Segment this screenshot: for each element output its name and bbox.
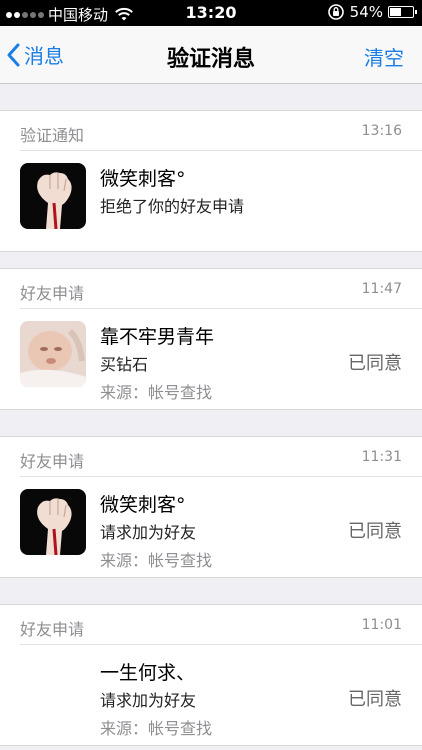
card-source: 来源：帐号查找	[100, 383, 213, 402]
orientation-lock-icon	[327, 4, 344, 20]
status-badge: 已同意	[348, 521, 402, 542]
status-badge: 已同意	[348, 353, 402, 374]
card-name: 一生何求、	[100, 662, 196, 684]
card-message: 买钻石	[100, 355, 149, 374]
card-message: 拒绝了你的好友申请	[100, 197, 245, 216]
card-name: 靠不牢男青年	[100, 326, 215, 348]
card-type: 好友申请	[20, 284, 85, 303]
blank-avatar[interactable]	[20, 657, 86, 723]
baby-avatar[interactable]	[20, 321, 86, 387]
notification-card[interactable]: 验证通知 13:16 微笑刺客° 拒绝了你的好友申请	[0, 110, 422, 252]
card-source: 来源：帐号查找	[100, 551, 213, 570]
card-type: 验证通知	[20, 126, 85, 145]
fist-avatar[interactable]	[20, 163, 86, 229]
friend-request-card[interactable]: 好友申请 11:31 微笑刺客° 请求加为好友 来源：帐号查找 已同意	[0, 436, 422, 578]
clear-button[interactable]: 清空	[364, 42, 404, 71]
status-bar: 中国移动 13:20 54%	[0, 0, 422, 26]
card-header: 好友申请 11:47	[20, 269, 422, 309]
card-message: 请求加为好友	[100, 523, 197, 542]
card-header: 好友申请 11:31	[20, 437, 422, 477]
battery-icon	[388, 6, 417, 18]
card-header: 好友申请 11:01	[20, 605, 422, 645]
fist-avatar[interactable]	[20, 489, 86, 555]
friend-request-card[interactable]: 好友申请 11:01 一生何求、 请求加为好友 来源：帐号查找 已同意	[0, 604, 422, 746]
battery-percent: 54%	[349, 3, 383, 21]
card-type: 好友申请	[20, 620, 85, 639]
card-message: 请求加为好友	[100, 691, 197, 710]
page-title: 验证消息	[166, 47, 255, 72]
card-type: 好友申请	[20, 452, 85, 471]
card-name: 微笑刺客°	[100, 168, 186, 190]
card-time: 11:01	[361, 617, 402, 633]
friend-request-card[interactable]: 好友申请 11:47 靠不牢男青年 买钻石 来源：帐号查找 已同意	[0, 268, 422, 410]
card-time: 11:31	[361, 449, 402, 465]
status-badge: 已同意	[348, 689, 402, 710]
card-time: 13:16	[361, 123, 402, 139]
nav-bar: 消息 验证消息 清空	[0, 26, 422, 84]
card-source: 来源：帐号查找	[100, 719, 213, 738]
status-right: 54%	[327, 3, 417, 21]
card-time: 11:47	[361, 281, 402, 297]
card-name: 微笑刺客°	[100, 494, 186, 516]
card-header: 验证通知 13:16	[20, 111, 422, 151]
battery-fill	[390, 8, 401, 16]
